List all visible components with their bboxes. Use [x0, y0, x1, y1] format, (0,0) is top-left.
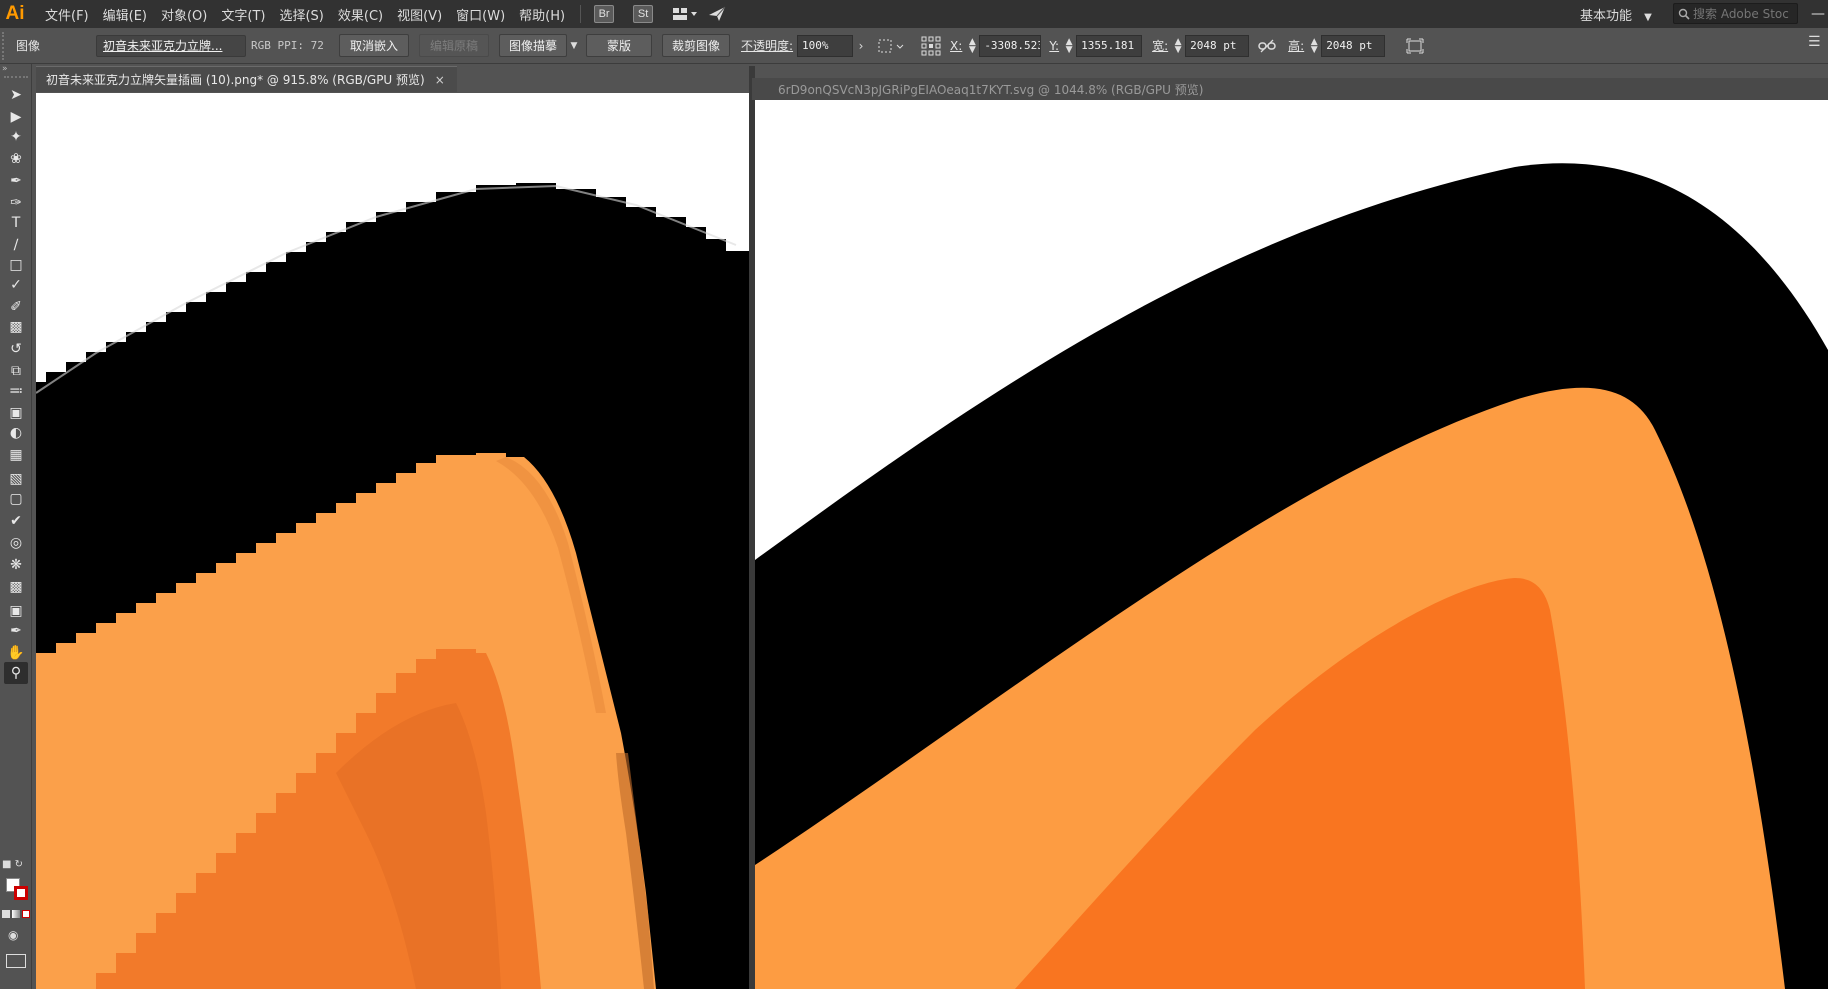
hand-tool-icon[interactable]: ✋: [4, 642, 28, 664]
curvature-tool-icon[interactable]: ✑: [4, 192, 28, 214]
document-tab-title: 初音未来亚克力立牌矢量插画 (10).png* @ 915.8% (RGB/GP…: [46, 73, 425, 87]
transform-reference-icon[interactable]: [869, 34, 915, 58]
paintbrush-tool-icon[interactable]: ✓: [4, 274, 28, 296]
menu-type[interactable]: 文字(T): [214, 5, 272, 24]
perspective-grid-tool-icon[interactable]: ▦: [4, 444, 28, 466]
app-logo: Ai: [5, 3, 25, 24]
eraser-tool-icon[interactable]: ▩: [4, 316, 28, 338]
menu-select[interactable]: 选择(S): [272, 5, 330, 24]
toolbar-collapse-icon[interactable]: »: [2, 64, 30, 74]
type-tool-icon[interactable]: T: [4, 212, 28, 234]
menu-help[interactable]: 帮助(H): [512, 5, 572, 24]
rectangle-tool-icon[interactable]: □: [4, 254, 28, 276]
linked-file-name[interactable]: 初音未来亚克力立牌...: [96, 34, 246, 57]
direct-selection-tool-icon[interactable]: ▶: [4, 106, 28, 128]
constrain-proportions-icon[interactable]: [1249, 34, 1285, 58]
selection-tool-icon[interactable]: ➤: [4, 84, 28, 106]
width-tool-icon[interactable]: ≕: [4, 380, 28, 402]
illustrator-window: Ai 文件(F) 编辑(E) 对象(O) 文字(T) 选择(S) 效果(C) 视…: [0, 0, 1828, 989]
scale-tool-icon[interactable]: ⧉: [4, 360, 28, 382]
y-label: Y:: [1049, 38, 1060, 53]
line-tool-icon[interactable]: ∕: [4, 234, 28, 256]
opacity-label: 不透明度:: [741, 39, 794, 53]
chevron-down-icon: ▼: [1644, 12, 1652, 23]
color-info: RGB PPI: 72: [251, 39, 324, 52]
stock-search-input[interactable]: [1690, 6, 1790, 21]
mesh-tool-icon[interactable]: ▧: [4, 468, 28, 490]
width-field[interactable]: 2048 pt: [1185, 34, 1250, 57]
vector-artboard-canvas[interactable]: [755, 100, 1828, 989]
image-trace-dropdown[interactable]: ▼: [567, 34, 581, 57]
drawing-modes-icon[interactable]: ◉: [8, 928, 24, 942]
y-field[interactable]: 1355.181: [1076, 34, 1143, 57]
unembed-button[interactable]: 取消嵌入: [339, 34, 409, 57]
gpu-performance-icon[interactable]: [708, 4, 730, 24]
stock-button[interactable]: St: [633, 5, 654, 23]
menu-object[interactable]: 对象(O): [154, 5, 214, 24]
shape-builder-tool-icon[interactable]: ◐: [4, 422, 28, 444]
width-stepper-icon[interactable]: ▲ ▼: [1173, 37, 1183, 54]
document-tab-title: 6rD9onQSVcN3pJGRiPgEIAOeaq1t7KYT.svg @ 1…: [778, 82, 1204, 97]
menu-view[interactable]: 视图(V): [390, 5, 449, 24]
column-graph-tool-icon[interactable]: ▩: [4, 576, 28, 598]
selection-type-label: 图像: [16, 39, 41, 53]
x-stepper-icon[interactable]: ▲ ▼: [967, 37, 977, 54]
menu-window[interactable]: 窗口(W): [449, 5, 512, 24]
blend-tool-icon[interactable]: ◎: [4, 532, 28, 554]
slice-tool-icon[interactable]: ✒: [4, 620, 28, 642]
height-field[interactable]: 2048 pt: [1321, 34, 1386, 57]
mask-button[interactable]: 蒙版: [586, 34, 652, 57]
toolbar-grip[interactable]: [4, 76, 28, 79]
free-transform-tool-icon[interactable]: ▣: [4, 402, 28, 424]
raster-artboard-canvas[interactable]: [36, 93, 749, 989]
control-bar: 图像 初音未来亚克力立牌... RGB PPI: 72 取消嵌入 编辑原稿 图像…: [0, 28, 1828, 64]
document-tab-svg[interactable]: 6rD9onQSVcN3pJGRiPgEIAOeaq1t7KYT.svg @ 1…: [752, 78, 1828, 100]
opacity-field[interactable]: 100%: [797, 34, 854, 57]
symbol-sprayer-tool-icon[interactable]: ❋: [4, 554, 28, 576]
document-tab-png[interactable]: 初音未来亚克力立牌矢量插画 (10).png* @ 915.8% (RGB/GP…: [36, 66, 457, 92]
gradient-tool-icon[interactable]: ▢: [4, 488, 28, 510]
raster-artwork: [36, 93, 749, 989]
workspace-switcher[interactable]: 基本功能 ▼: [1580, 5, 1652, 24]
crop-image-button[interactable]: 裁剪图像: [662, 34, 730, 57]
artboard-tool-icon[interactable]: ▣: [4, 600, 28, 622]
menu-edit[interactable]: 编辑(E): [96, 5, 154, 24]
search-icon: [1678, 8, 1690, 20]
minimize-window-button[interactable]: —: [1808, 0, 1828, 28]
zoom-tool-icon[interactable]: ⚲: [4, 662, 28, 684]
stock-search-box[interactable]: [1673, 3, 1798, 24]
workspace-label: 基本功能: [1580, 9, 1633, 24]
reference-point-icon[interactable]: [915, 34, 947, 58]
fill-stroke-swatch[interactable]: [6, 878, 30, 904]
arrange-documents-icon[interactable]: [672, 4, 698, 24]
menu-effect[interactable]: 效果(C): [331, 5, 390, 24]
height-label: 高:: [1288, 39, 1305, 53]
close-icon[interactable]: ×: [435, 73, 445, 87]
panel-menu-icon[interactable]: ☰: [1808, 34, 1824, 56]
menu-separator: [580, 5, 582, 23]
bridge-button[interactable]: Br: [594, 5, 615, 23]
screen-mode-icon[interactable]: [6, 954, 26, 968]
x-field[interactable]: -3308.523: [979, 34, 1042, 57]
color-mode-icons[interactable]: [2, 910, 30, 920]
lasso-tool-icon[interactable]: ❀: [4, 148, 28, 170]
blob-brush-tool-icon[interactable]: ✐: [4, 296, 28, 318]
transform-panel-icon[interactable]: [1395, 34, 1435, 58]
height-stepper-icon[interactable]: ▲ ▼: [1309, 37, 1319, 54]
pen-tool-icon[interactable]: ✒: [4, 170, 28, 192]
x-label: X:: [950, 38, 963, 53]
width-label: 宽:: [1152, 39, 1169, 53]
chevron-right-icon[interactable]: ›: [853, 39, 869, 53]
image-trace-button[interactable]: 图像描摹: [499, 34, 567, 57]
tools-panel: » ➤ ▶ ✦ ❀ ✒ ✑ T ∕ □ ✓ ✐ ▩ ↺ ⧉ ≕ ▣ ◐ ▦ ▧ ▢ ✔ ◎ ❋ ▩ ▣ ✒ ✋ ⚲ ■ ↻ ◉: [0, 64, 32, 989]
vector-artwork: [755, 100, 1828, 989]
menu-file[interactable]: 文件(F): [38, 5, 96, 24]
y-stepper-icon[interactable]: ▲ ▼: [1064, 37, 1074, 54]
rotate-tool-icon[interactable]: ↺: [4, 338, 28, 360]
menu-bar: Ai 文件(F) 编辑(E) 对象(O) 文字(T) 选择(S) 效果(C) 视…: [0, 0, 1828, 28]
fill-stroke-swap-icon[interactable]: ■ ↻: [2, 859, 30, 873]
eyedropper-tool-icon[interactable]: ✔: [4, 510, 28, 532]
magic-wand-tool-icon[interactable]: ✦: [4, 126, 28, 148]
edit-original-button[interactable]: 编辑原稿: [419, 34, 489, 57]
